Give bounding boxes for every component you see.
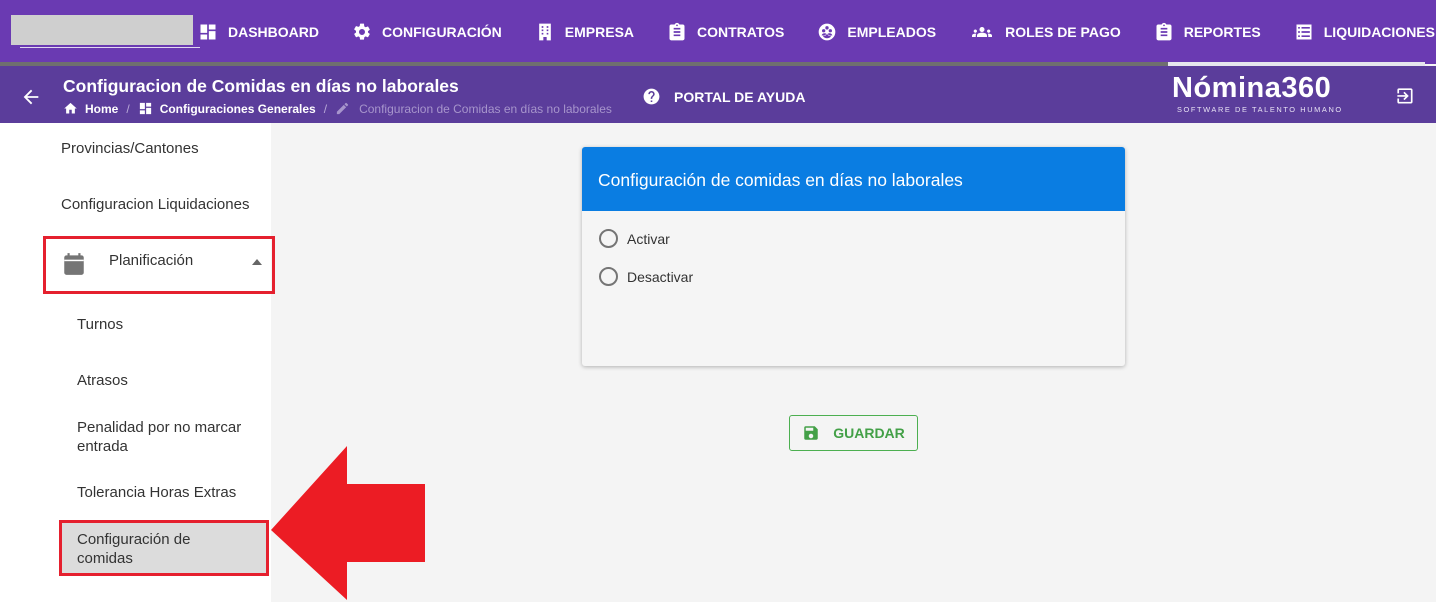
sidebar-group-label: Planificación (109, 252, 194, 269)
pencil-icon (336, 102, 349, 115)
nav-item-label: CONFIGURACIÓN (382, 24, 502, 40)
sidebar: Provincias/Cantones Configuracion Liquid… (0, 123, 275, 602)
breadcrumb-separator: / (126, 101, 130, 116)
sidebar-item-configuracion-liquidaciones[interactable]: Configuracion Liquidaciones (61, 195, 249, 215)
calendar-icon (64, 253, 84, 275)
radio-label: Activar (627, 230, 670, 247)
nav-item-reportes[interactable]: REPORTES (1154, 22, 1261, 42)
annotation-arrow (271, 446, 425, 600)
nav-item-label: ROLES DE PAGO (1005, 24, 1121, 40)
user-group-icon (819, 23, 836, 41)
logo-underline (20, 47, 200, 48)
clipboard-icon (1156, 22, 1172, 41)
page-header: Configuracion de Comidas en días no labo… (0, 66, 1436, 123)
brand-tagline: SOFTWARE DE TALENTO HUMANO (1177, 105, 1343, 114)
nav-menu: DASHBOARD CONFIGURACIÓN EMPRESA CONTRATO… (198, 0, 1436, 64)
breadcrumb-home-label: Home (85, 101, 119, 116)
radio-button[interactable] (599, 267, 618, 286)
nav-item-configuracion[interactable]: CONFIGURACIÓN (352, 22, 502, 42)
radio-label: Desactivar (627, 268, 694, 285)
config-card: Configuración de comidas en días no labo… (582, 147, 1125, 366)
nav-item-label: LIQUIDACIONES (1323, 24, 1435, 40)
top-navbar: DASHBOARD CONFIGURACIÓN EMPRESA CONTRATO… (0, 0, 1436, 64)
gear-icon (354, 23, 370, 40)
help-portal-link[interactable]: PORTAL DE AYUDA (642, 87, 805, 106)
breadcrumb-section[interactable]: Configuraciones Generales (138, 101, 316, 116)
sidebar-item-turnos[interactable]: Turnos (77, 315, 123, 335)
radio-button[interactable] (599, 229, 618, 248)
card-title: Configuración de comidas en días no labo… (598, 170, 963, 190)
nav-item-label: REPORTES (1183, 24, 1261, 40)
radio-option-activar[interactable]: Activar (599, 229, 670, 248)
nav-item-dashboard[interactable]: DASHBOARD (198, 22, 319, 42)
breadcrumb-current-label: Configuracion de Comidas en días no labo… (359, 101, 612, 116)
list-icon (1296, 24, 1312, 40)
sidebar-item-configuracion-comidas[interactable]: Configuración de comidas (59, 520, 269, 576)
arrow-left-icon[interactable] (20, 86, 42, 108)
breadcrumb-current: Configuracion de Comidas en días no labo… (335, 101, 612, 116)
building-icon (538, 23, 551, 41)
logo-placeholder[interactable] (11, 15, 193, 45)
floppy-disk-icon (804, 426, 818, 440)
sidebar-item-label: Configuración de comidas (77, 531, 191, 567)
nav-item-label: CONTRATOS (697, 24, 785, 40)
users-icon (972, 27, 993, 37)
breadcrumb-section-label: Configuraciones Generales (159, 101, 316, 116)
sidebar-item-penalidad[interactable]: Penalidad por no marcar entrada (77, 418, 262, 456)
save-button-label: GUARDAR (833, 425, 905, 441)
sidebar-group-planificacion[interactable]: Planificación (43, 236, 275, 294)
clipboard-icon (669, 22, 685, 41)
sidebar-item-atrasos[interactable]: Atrasos (77, 371, 128, 391)
help-icon (643, 88, 660, 105)
dashboard-icon (200, 24, 216, 40)
caret-up-icon (252, 259, 262, 265)
radio-option-desactivar[interactable]: Desactivar (599, 267, 693, 286)
breadcrumb-home[interactable]: Home (63, 101, 118, 116)
breadcrumb-separator: / (323, 101, 328, 116)
dashboard-icon (139, 102, 151, 115)
nav-item-label: EMPRESA (564, 24, 635, 40)
card-header: Configuración de comidas en días no labo… (582, 147, 1125, 211)
nav-item-liquidaciones[interactable]: LIQUIDACIONES (1294, 22, 1435, 42)
nav-item-empresa[interactable]: EMPRESA (535, 22, 634, 42)
sidebar-item-provincias[interactable]: Provincias/Cantones (61, 139, 199, 159)
home-icon (64, 102, 77, 114)
sidebar-item-tolerancia[interactable]: Tolerancia Horas Extras (77, 483, 236, 503)
page-title: Configuracion de Comidas en días no labo… (63, 76, 459, 96)
brand-logo: Nómina360 (1172, 72, 1332, 104)
nav-item-label: DASHBOARD (228, 24, 319, 40)
help-portal-label: PORTAL DE AYUDA (674, 88, 806, 105)
save-button[interactable]: GUARDAR (789, 415, 918, 451)
nav-item-empleados[interactable]: EMPLEADOS (817, 22, 936, 42)
logout-icon[interactable] (1394, 85, 1416, 107)
nav-item-roles-de-pago[interactable]: ROLES DE PAGO (969, 22, 1121, 42)
nav-item-label: EMPLEADOS (847, 24, 937, 40)
breadcrumb: Home / Configuraciones Generales / Confi… (63, 101, 612, 116)
nav-item-contratos[interactable]: CONTRATOS (667, 22, 784, 42)
